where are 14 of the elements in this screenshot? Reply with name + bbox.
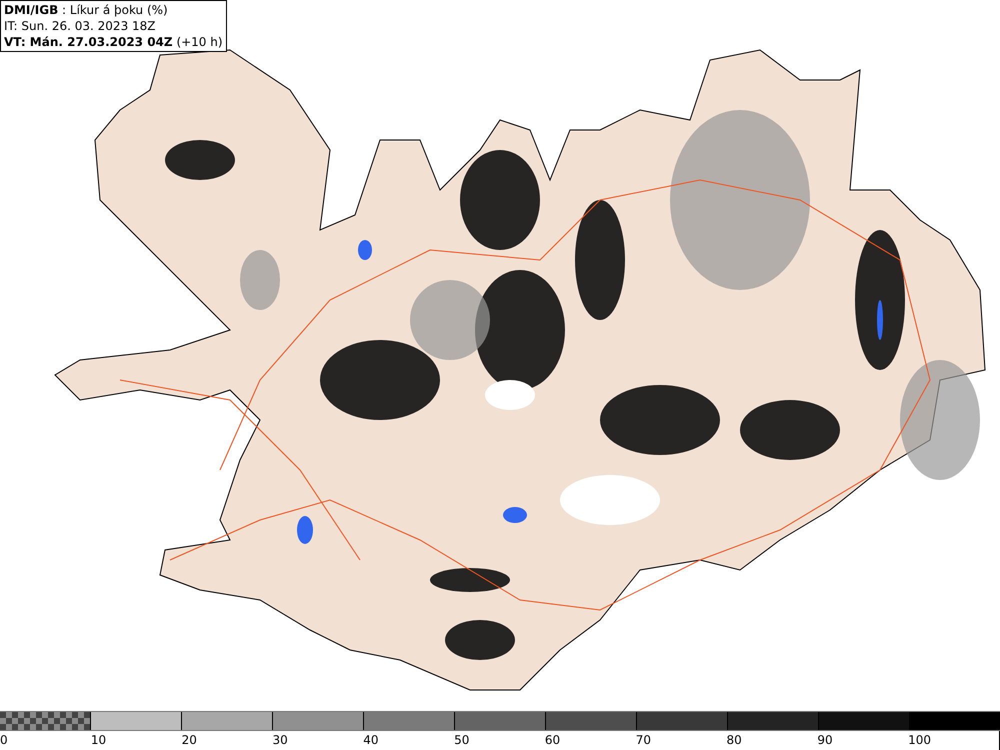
scale-label: 50 (454, 733, 470, 747)
scale-label: 30 (272, 733, 288, 747)
initial-time: IT: Sun. 26. 03. 2023 18Z (4, 18, 157, 34)
scale-label: 20 (182, 733, 197, 747)
forecast-title: DMI/IGB : Líkur á þoku (%) (4, 2, 169, 18)
valid-time: VT: Mán. 27.03.2023 04Z (+10 h) (4, 34, 223, 50)
scale-label: 60 (544, 733, 560, 747)
scale-label: 0 (0, 733, 8, 747)
scale-label: 70 (636, 733, 651, 747)
scale-label: 40 (363, 733, 379, 747)
scale-label: 90 (817, 733, 833, 747)
scale-label: 80 (726, 733, 742, 747)
scale-label: 100 (908, 733, 932, 747)
scale-label: 10 (90, 733, 106, 747)
